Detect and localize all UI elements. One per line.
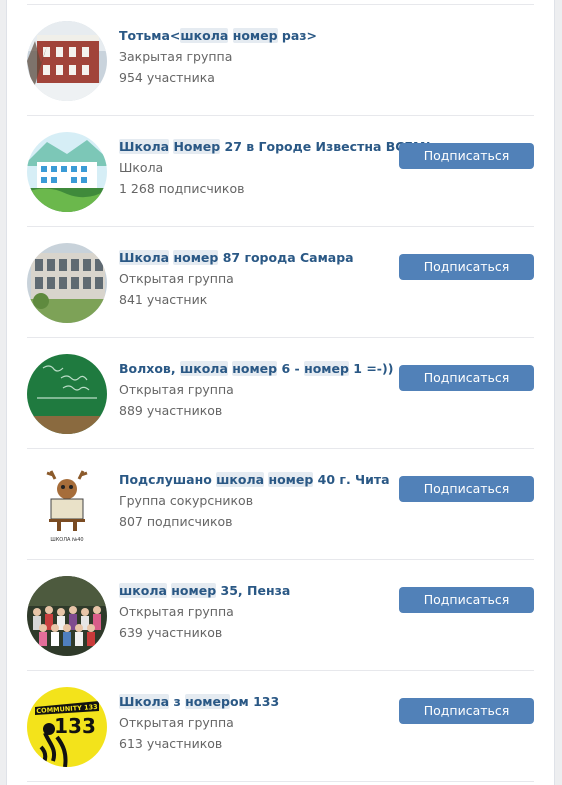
chalkboard-icon[interactable] (27, 354, 107, 434)
group-type: Открытая группа (119, 271, 234, 286)
member-count: 889 участников (119, 403, 223, 418)
subscribe-button[interactable]: Подписаться (399, 587, 534, 613)
group-row: Тотьма<школа номер раз> Закрытая группа 95… (7, 5, 554, 116)
svg-text:133: 133 (54, 714, 96, 738)
subscribe-button[interactable]: Подписаться (399, 476, 534, 502)
search-match-highlight: Школа (119, 139, 170, 154)
title-text: Волхов, (119, 361, 180, 376)
member-count: 807 подписчиков (119, 514, 233, 529)
group-title-link[interactable]: Школа Номер 27 в Городе Известна ВСЕМ! (119, 139, 431, 155)
group-info: Тотьма<школа номер раз> Закрытая группа 95… (119, 28, 354, 86)
title-text: 87 города Самара (218, 250, 354, 265)
member-count: 1 268 подписчиков (119, 181, 245, 196)
group-info: школа номер 35, Пенза Открытая группа 639 … (119, 583, 354, 641)
title-text: ом 133 (229, 694, 280, 709)
search-match-highlight: номер (185, 694, 230, 709)
search-match-highlight: номер (232, 28, 278, 43)
search-match-highlight: номер (304, 361, 349, 376)
group-photo-icon[interactable] (27, 576, 107, 656)
search-results-panel: Тотьма<школа номер раз> Закрытая группа 95… (6, 0, 555, 785)
search-match-highlight: Школа (119, 250, 170, 265)
group-type: Открытая группа (119, 382, 234, 397)
group-info: Школа Номер 27 в Городе Известна ВСЕМ! Шк… (119, 139, 431, 197)
group-title-link[interactable]: школа номер 35, Пенза (119, 583, 354, 599)
search-match-highlight: номер (173, 250, 219, 265)
title-text: 1 =-)) (348, 361, 394, 376)
member-count: 954 участника (119, 70, 215, 85)
group-type: Открытая группа (119, 715, 234, 730)
search-match-highlight: Школа (119, 694, 170, 709)
group-info: Школа з номером 133 Открытая группа 613 уч… (119, 694, 354, 752)
member-count: 613 участников (119, 736, 223, 751)
search-match-highlight: школа (179, 361, 228, 376)
school-building-photo-icon[interactable] (27, 243, 107, 323)
subscribe-button[interactable]: Подписаться (399, 365, 534, 391)
community-logo-icon[interactable]: COMMUNITY 133 133 (27, 687, 107, 767)
search-match-highlight: школа (180, 28, 229, 43)
search-match-highlight: номер (232, 361, 278, 376)
group-row: ШКОЛА №40 Подслушано школа номер 40 г. Ч… (7, 449, 554, 560)
group-type: Школа (119, 160, 164, 175)
search-match-highlight: номер (268, 472, 314, 487)
group-row: COMMUNITY 133 133 Школа з номером 133 Отк… (7, 671, 554, 782)
member-count: 841 участник (119, 292, 208, 307)
group-title-link[interactable]: Тотьма<школа номер раз> (119, 28, 354, 44)
reindeer-logo-icon[interactable]: ШКОЛА №40 (27, 465, 107, 545)
group-info: Подслушано школа номер 40 г. Чита Группа … (119, 472, 390, 530)
search-match-highlight: школа (216, 472, 265, 487)
group-info: Волхов, школа номер 6 - номер 1 =-)) Откр… (119, 361, 393, 419)
title-text: Тотьма< (119, 28, 181, 43)
search-match-highlight: школа (119, 583, 167, 598)
title-text: 40 г. Чита (313, 472, 390, 487)
title-text: з (169, 694, 186, 709)
member-count: 639 участников (119, 625, 223, 640)
group-row: школа номер 35, Пенза Открытая группа 639 … (7, 560, 554, 671)
group-info: Школа номер 87 города Самара Открытая гру… (119, 250, 354, 308)
group-type: Закрытая группа (119, 49, 233, 64)
scrollbar-track[interactable] (555, 0, 562, 785)
school-drawing-icon[interactable] (27, 132, 107, 212)
divider (27, 781, 534, 782)
group-title-link[interactable]: Волхов, школа номер 6 - номер 1 =-)) (119, 361, 393, 377)
group-row: Волхов, школа номер 6 - номер 1 =-)) Откр… (7, 338, 554, 449)
subscribe-button[interactable]: Подписаться (399, 143, 534, 169)
group-type: Открытая группа (119, 604, 234, 619)
search-match-highlight: Номер (173, 139, 221, 154)
building-photo-icon[interactable] (27, 21, 107, 101)
subscribe-button[interactable]: Подписаться (399, 254, 534, 280)
title-text: Подслушано (119, 472, 217, 487)
group-title-link[interactable]: Подслушано школа номер 40 г. Чита (119, 472, 390, 488)
group-title-link[interactable]: Школа з номером 133 (119, 694, 354, 710)
title-text: раз> (277, 28, 318, 43)
group-row: Школа Номер 27 в Городе Известна ВСЕМ! Шк… (7, 116, 554, 227)
title-text: 35, Пенза (216, 583, 291, 598)
subscribe-button[interactable]: Подписаться (399, 698, 534, 724)
group-row: Школа номер 87 города Самара Открытая гру… (7, 227, 554, 338)
group-type: Группа сокурсников (119, 493, 254, 508)
search-match-highlight: номер (171, 583, 217, 598)
group-title-link[interactable]: Школа номер 87 города Самара (119, 250, 354, 266)
title-text: 6 - (277, 361, 305, 376)
svg-text:ШКОЛА №40: ШКОЛА №40 (50, 537, 83, 543)
